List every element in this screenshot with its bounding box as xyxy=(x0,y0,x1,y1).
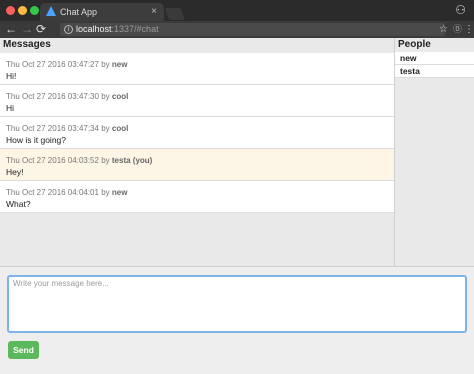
favicon-icon xyxy=(46,6,56,16)
address-bar[interactable]: i localhost:1337/#chat ☆ xyxy=(60,23,448,36)
send-button[interactable]: Send xyxy=(8,341,39,359)
back-arrow-icon[interactable]: ← xyxy=(5,21,17,38)
message-author: cool xyxy=(111,92,129,101)
message-composer: Send xyxy=(0,266,474,374)
message-item: Thu Oct 27 2016 03:47:30 by cool Hi xyxy=(0,85,394,117)
message-author: new xyxy=(111,188,128,197)
message-text: How is it going? xyxy=(6,135,67,145)
message-by: by xyxy=(101,92,110,101)
message-timestamp: Thu Oct 27 2016 04:03:52 xyxy=(6,156,99,165)
browser-titlebar: Chat App × ⚇ xyxy=(0,0,474,21)
tab-title: Chat App xyxy=(60,7,98,17)
message-timestamp: Thu Oct 27 2016 04:04:01 xyxy=(6,188,99,197)
message-by: by xyxy=(101,124,110,133)
people-panel: People new testa xyxy=(394,38,474,266)
browser-tab[interactable]: Chat App × xyxy=(40,3,164,21)
browser-menu-icon[interactable]: ⋮ xyxy=(464,23,474,36)
message-author: cool xyxy=(111,124,129,133)
message-meta: Thu Oct 27 2016 04:04:01 by new xyxy=(6,187,388,198)
person-item[interactable]: testa xyxy=(395,65,474,78)
message-by: by xyxy=(101,60,110,69)
message-text: What? xyxy=(6,199,31,209)
message-author: testa (you) xyxy=(111,156,153,165)
people-header: People xyxy=(398,39,431,50)
message-timestamp: Thu Oct 27 2016 03:47:34 xyxy=(6,124,99,133)
url-text: localhost:1337/#chat xyxy=(76,23,159,36)
url-path: :1337/#chat xyxy=(111,24,159,34)
message-meta: Thu Oct 27 2016 03:47:34 by cool xyxy=(6,123,388,134)
message-meta: Thu Oct 27 2016 03:47:27 by new xyxy=(6,59,388,70)
tab-close-icon[interactable]: × xyxy=(151,3,157,21)
minimize-window-button[interactable] xyxy=(18,6,27,15)
bookmark-star-icon[interactable]: ☆ xyxy=(439,23,448,36)
close-window-button[interactable] xyxy=(6,6,15,15)
message-author: new xyxy=(111,60,128,69)
reload-icon[interactable]: ⟳ xyxy=(36,21,46,38)
person-item[interactable]: new xyxy=(395,52,474,65)
message-list: Thu Oct 27 2016 03:47:27 by new Hi! Thu … xyxy=(0,53,394,213)
message-meta: Thu Oct 27 2016 04:03:52 by testa (you) xyxy=(6,155,388,166)
message-timestamp: Thu Oct 27 2016 03:47:30 xyxy=(6,92,99,101)
extension-icon[interactable]: ⓪ xyxy=(453,23,462,36)
message-timestamp: Thu Oct 27 2016 03:47:27 xyxy=(6,60,99,69)
message-item: Thu Oct 27 2016 04:04:01 by new What? xyxy=(0,181,394,213)
message-item: Thu Oct 27 2016 03:47:34 by cool How is … xyxy=(0,117,394,149)
message-by: by xyxy=(101,188,110,197)
message-text: Hi xyxy=(6,103,15,113)
url-host: localhost xyxy=(76,24,112,34)
message-text: Hi! xyxy=(6,71,17,81)
site-info-icon[interactable]: i xyxy=(64,25,73,34)
maximize-window-button[interactable] xyxy=(30,6,39,15)
message-by: by xyxy=(101,156,110,165)
message-input[interactable] xyxy=(7,275,467,333)
new-tab-button[interactable] xyxy=(164,8,186,20)
forward-arrow-icon[interactable]: → xyxy=(21,21,33,38)
messages-panel: Messages Thu Oct 27 2016 03:47:27 by new… xyxy=(0,38,394,266)
profile-icon[interactable]: ⚇ xyxy=(455,3,466,17)
chat-app: Messages Thu Oct 27 2016 03:47:27 by new… xyxy=(0,38,474,374)
messages-header: Messages xyxy=(3,39,51,50)
browser-toolbar: ← → ⟳ i localhost:1337/#chat ☆ ⓪ ⋮ xyxy=(0,21,474,38)
message-item: Thu Oct 27 2016 03:47:27 by new Hi! xyxy=(0,53,394,85)
own-message-item: Thu Oct 27 2016 04:03:52 by testa (you) … xyxy=(0,149,394,181)
message-text: Hey! xyxy=(6,167,24,177)
message-meta: Thu Oct 27 2016 03:47:30 by cool xyxy=(6,91,388,102)
